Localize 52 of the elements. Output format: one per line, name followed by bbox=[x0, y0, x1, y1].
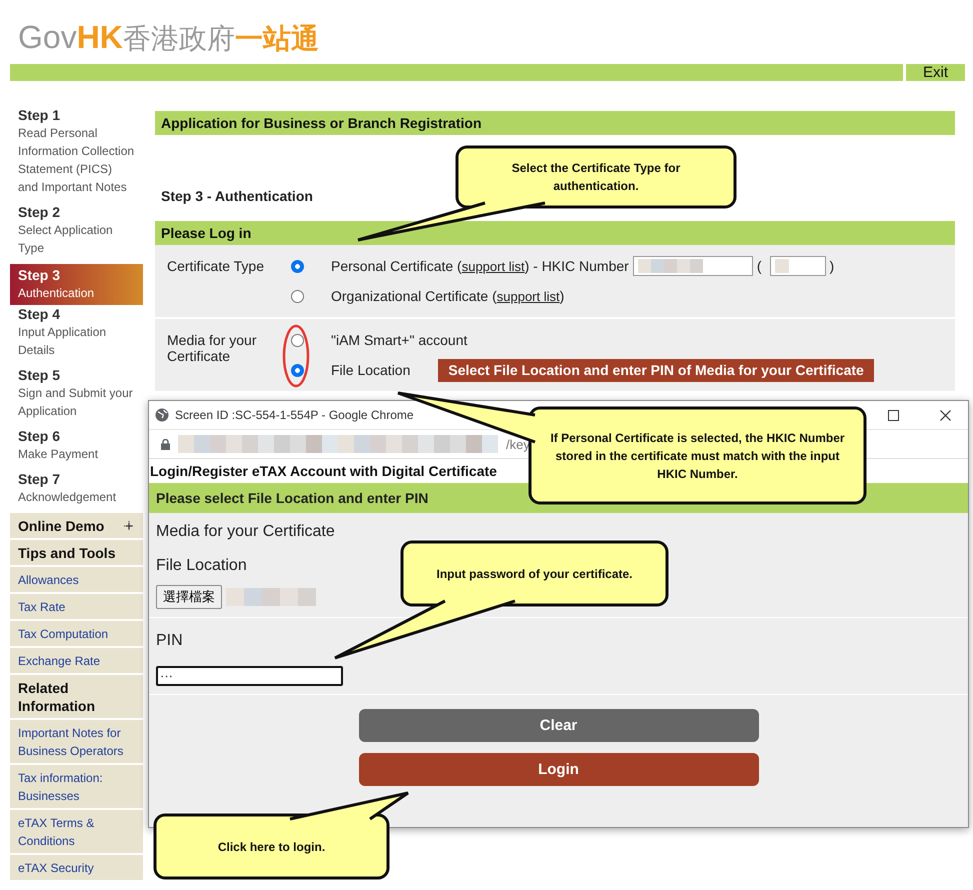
radio-button[interactable] bbox=[291, 260, 304, 272]
callout-text: Click here to login. bbox=[218, 838, 326, 856]
close-icon[interactable] bbox=[940, 410, 950, 420]
field-label: PIN bbox=[156, 632, 183, 650]
option-label: Personal Certificate (support list) - HKIC Number bbox=[331, 258, 629, 274]
lock-icon bbox=[161, 438, 170, 450]
support-list-link[interactable]: support list bbox=[496, 289, 560, 304]
field-label: Media for your Certificate bbox=[156, 523, 335, 541]
step-heading: Step 3 - Authentication bbox=[161, 187, 313, 205]
hkic-input-field[interactable] bbox=[632, 256, 753, 276]
bracket: ( bbox=[756, 258, 762, 274]
field-label: Certificate Type bbox=[167, 257, 266, 276]
choose-file-button[interactable]: 選擇檔案 bbox=[156, 585, 222, 609]
step-item: Step 6 Make Payment bbox=[17, 427, 100, 463]
sidebar-link-text[interactable]: Online Demo bbox=[18, 517, 104, 535]
window-title: Screen ID :SC-554-1-554P - Google Chrome bbox=[175, 408, 415, 422]
sidebar-heading: Related Information bbox=[18, 679, 96, 715]
page-title: Application for Business or Branch Registration bbox=[155, 111, 955, 135]
instruction-banner: Select File Location and enter PIN of Media for your Certificate bbox=[438, 358, 874, 382]
step-item: Step 3 Authentication bbox=[10, 264, 143, 305]
callout-text: Select the Certificate Type for authentication. bbox=[510, 160, 682, 195]
url-text: /key bbox=[506, 436, 530, 452]
pin-field[interactable]: ··· bbox=[156, 666, 343, 686]
section-header: Please Log in bbox=[155, 221, 955, 245]
field-label: File Location bbox=[156, 557, 247, 575]
step-item: Step 5 Sign and Submit your Application bbox=[17, 366, 134, 420]
option-label: Organizational Certificate (support list) bbox=[331, 288, 564, 304]
radio-button[interactable] bbox=[291, 290, 304, 302]
step-item: Step 1 Read Personal Information Collection Statement (PICS) and Important Notes bbox=[17, 106, 136, 196]
sidebar-item[interactable]: Online Demo bbox=[10, 513, 143, 540]
field-label: Media for your Certificate bbox=[167, 331, 258, 366]
move-icon bbox=[123, 520, 135, 532]
step-item: Step 4 Input Application Details bbox=[17, 305, 108, 359]
exit-button[interactable]: Exit bbox=[906, 64, 965, 81]
support-list-link[interactable]: support list bbox=[462, 259, 525, 274]
highlight-ellipse bbox=[282, 324, 310, 388]
bracket: ) bbox=[830, 258, 834, 274]
sidebar-heading: Tips and Tools bbox=[18, 544, 116, 562]
callout-text: Input password of your certificate. bbox=[436, 566, 633, 582]
step-item: Step 7 Acknowledgement bbox=[17, 470, 118, 506]
site-logo: GovHK香港政府一站通 bbox=[18, 20, 319, 56]
step-item: Step 2 Select Application Type bbox=[17, 203, 114, 257]
login-button[interactable]: Login bbox=[358, 753, 758, 786]
globe-icon bbox=[155, 408, 169, 422]
hkic-check-digit-field[interactable] bbox=[770, 256, 826, 276]
option-label: "iAM Smart+" account bbox=[331, 332, 468, 348]
radio-button[interactable] bbox=[291, 364, 304, 376]
option-label: File Location bbox=[331, 362, 410, 378]
clear-button[interactable]: Clear bbox=[358, 709, 758, 742]
maximize-icon[interactable] bbox=[888, 410, 898, 420]
callout-text: If Personal Certificate is selected, the HKIC Number stored in the certificate must match with the input HKIC Number. bbox=[549, 430, 846, 482]
radio-button[interactable] bbox=[291, 334, 304, 346]
